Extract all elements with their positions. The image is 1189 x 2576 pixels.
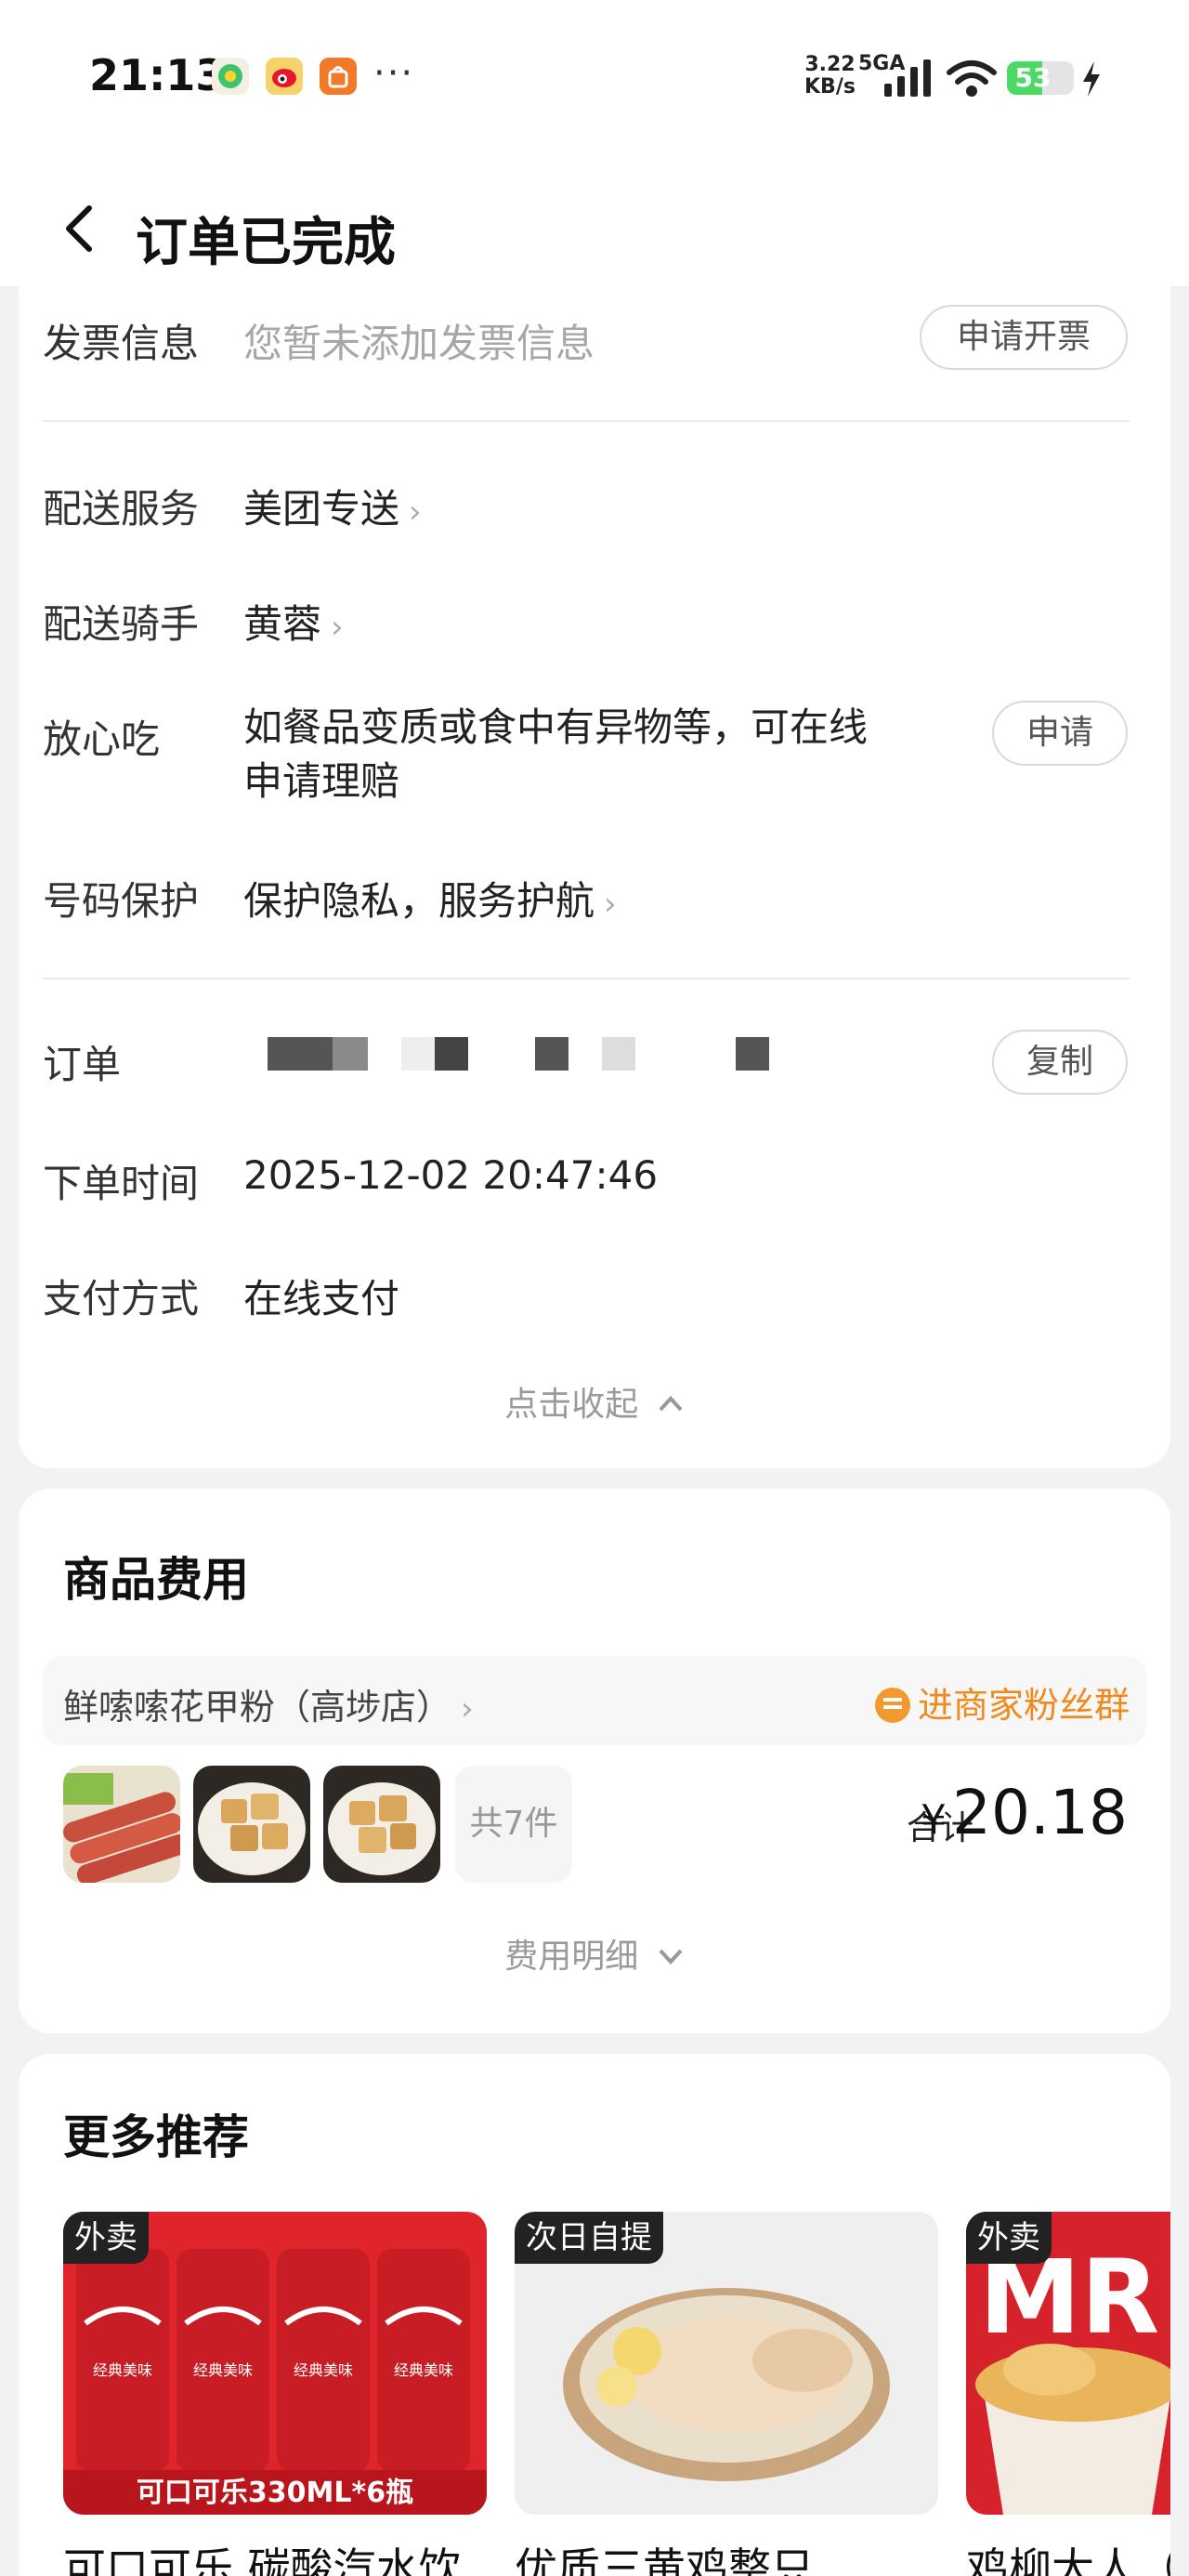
order-time-label: 下单时间 [43, 1161, 200, 1206]
recommend-image-chicken: 次日自提 [515, 2212, 938, 2515]
recommend-name: 鸡柳大人（ [966, 2543, 1170, 2576]
collapse-link[interactable]: 点击收起 [0, 1377, 1189, 1426]
number-protect-link[interactable]: 保护隐私，服务护航 › [243, 870, 617, 927]
chevron-right-icon: › [604, 886, 617, 923]
net-speed-unit: KB/s [804, 75, 856, 99]
coke-banner-text: 可口可乐330ML*6瓶 [137, 2477, 413, 2509]
chevron-right-icon: › [409, 493, 422, 531]
chevron-down-icon [659, 1949, 683, 1965]
apply-invoice-button[interactable]: 申请开票 [920, 305, 1128, 370]
safe-eat-text-line2: 申请理赔 [243, 758, 400, 804]
recommend-item[interactable]: MR 外卖 鸡柳大人（ [966, 2212, 1170, 2576]
total-amount: ¥20.18 [921, 1777, 1128, 1848]
payment-label: 支付方式 [43, 1276, 200, 1321]
more-notifications-icon: ··· [373, 52, 415, 95]
back-arrow-icon[interactable] [61, 204, 98, 253]
product-thumbnail-tofu[interactable] [193, 1766, 310, 1883]
divider [43, 978, 1130, 979]
status-time: 21:13 [89, 50, 226, 100]
page-header: 订单已完成 [0, 158, 1189, 286]
shopping-app-icon [320, 58, 357, 95]
product-thumbnail-sausage[interactable] [63, 1766, 180, 1883]
recommend-tag: 外卖 [966, 2212, 1052, 2264]
product-thumbnail-tofu[interactable] [323, 1766, 440, 1883]
recommend-title: 更多推荐 [63, 2110, 249, 2164]
number-protect-label: 号码保护 [43, 878, 200, 924]
goods-fee-card: 商品费用 鲜嗦嗦花甲粉（高埗店） › 进商家粉丝群 共7件 合计 ¥20.18 … [19, 1489, 1170, 2033]
order-time-value: 2025-12-02 20:47:46 [243, 1152, 659, 1198]
delivery-service-link[interactable]: 美团专送 › [243, 478, 422, 534]
rider-label: 配送骑手 [43, 601, 200, 647]
weibo-app-icon [266, 58, 303, 95]
chevron-up-icon [659, 1396, 683, 1412]
can-label: 经典美味 [394, 2361, 453, 2379]
recommend-name: 优质三黄鸡整只 [515, 2543, 814, 2576]
can-label: 经典美味 [193, 2361, 253, 2379]
invoice-label: 发票信息 [43, 321, 200, 366]
charging-icon [1083, 61, 1100, 97]
recommend-image-chicken-strips: MR 外卖 [966, 2212, 1170, 2515]
safe-eat-apply-button[interactable]: 申请 [992, 701, 1128, 766]
currency-symbol: ¥ [921, 1796, 947, 1844]
battery-level-text: 53 [1014, 62, 1052, 93]
number-protect-value: 保护隐私，服务护航 [243, 878, 595, 924]
recommend-tag: 外卖 [63, 2212, 149, 2264]
goods-fee-title: 商品费用 [63, 1553, 249, 1607]
store-name: 鲜嗦嗦花甲粉（高埗店） [63, 1687, 452, 1728]
can-label: 经典美味 [294, 2361, 353, 2379]
store-name-link[interactable]: 鲜嗦嗦花甲粉（高埗店） › [63, 1678, 474, 1729]
rider-link[interactable]: 黄蓉 › [243, 593, 344, 650]
collapse-link-label: 点击收起 [504, 1386, 639, 1424]
safe-eat-value: 如餐品变质或食中有异物等，可在线 申请理赔 [243, 701, 868, 808]
divider [43, 420, 1130, 422]
signal-icon [884, 59, 931, 97]
delivery-service-value: 美团专送 [243, 486, 400, 532]
can-label: 经典美味 [93, 2361, 152, 2379]
safe-eat-label: 放心吃 [43, 716, 161, 762]
safe-eat-text-line1: 如餐品变质或食中有异物等，可在线 [243, 704, 869, 750]
copy-order-number-button[interactable]: 复制 [992, 1030, 1128, 1095]
fee-details-link[interactable]: 费用明细 [19, 1929, 1170, 1978]
delivery-service-label: 配送服务 [43, 486, 200, 532]
net-speed-value: 3.22 [804, 53, 856, 76]
total-amount-value: 20.18 [952, 1777, 1128, 1848]
payment-value: 在线支付 [243, 1276, 400, 1321]
wifi-icon [947, 60, 997, 97]
recommend-item[interactable]: 经典美味 经典美味 经典美味 经典美味 可口可乐330ML*6瓶 外卖 可口可乐… [63, 2212, 487, 2576]
recommend-tag: 次日自提 [515, 2212, 663, 2264]
fee-details-label: 费用明细 [504, 1938, 639, 1976]
recommend-item[interactable]: 次日自提 优质三黄鸡整只 [515, 2212, 938, 2576]
recommend-name: 可口可乐 碳酸汽水饮 [63, 2543, 462, 2576]
status-bar: 21:13 ··· 3.22 KB/s 5GA 53 [0, 0, 1189, 158]
page-title: 订单已完成 [136, 213, 396, 273]
music-app-icon [212, 58, 249, 95]
battery-indicator: 53 [1007, 61, 1074, 95]
chevron-right-icon: › [461, 1690, 474, 1728]
fan-group-label: 进商家粉丝群 [917, 1685, 1130, 1726]
order-number-label: 订单 [43, 1042, 122, 1087]
store-bar: 鲜嗦嗦花甲粉（高埗店） › 进商家粉丝群 [43, 1656, 1146, 1745]
join-fan-group-link[interactable]: 进商家粉丝群 [874, 1676, 1130, 1728]
chat-icon [874, 1688, 910, 1723]
recommend-card: 更多推荐 经典美味 经典美味 经典美味 经典美味 可口可乐330ML*6瓶 外卖… [19, 2054, 1170, 2576]
chevron-right-icon: › [331, 609, 344, 646]
invoice-value: 您暂未添加发票信息 [243, 321, 595, 366]
net-speed: 3.22 KB/s [804, 54, 856, 99]
recommend-image-coke: 经典美味 经典美味 经典美味 经典美味 可口可乐330ML*6瓶 外卖 [63, 2212, 487, 2515]
rider-value: 黄蓉 [243, 601, 322, 647]
item-count[interactable]: 共7件 [455, 1766, 572, 1883]
